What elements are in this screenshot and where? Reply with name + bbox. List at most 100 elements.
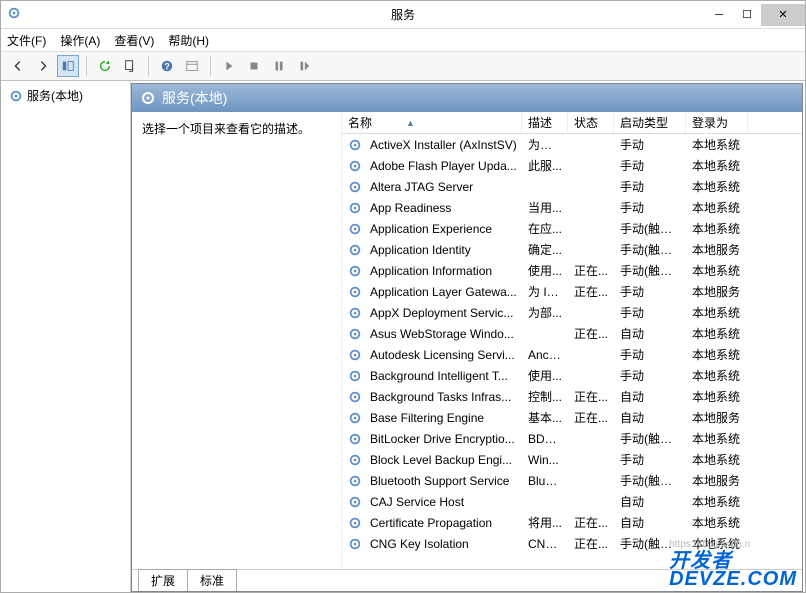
menu-view[interactable]: 查看(V) xyxy=(114,32,154,49)
service-status: 正在... xyxy=(568,514,614,531)
description-pane: 选择一个项目来查看它的描述。 xyxy=(132,112,342,569)
toolbar-separator xyxy=(210,56,211,76)
service-logon: 本地系统 xyxy=(686,367,748,384)
service-row[interactable]: Background Tasks Infras...控制...正在...自动本地… xyxy=(342,386,802,407)
svg-text:?: ? xyxy=(164,62,169,72)
service-desc: 使用... xyxy=(522,262,568,279)
service-name: Adobe Flash Player Upda... xyxy=(370,159,517,173)
minimize-button[interactable]: ─ xyxy=(705,4,733,26)
service-row[interactable]: Background Intelligent T...使用...手动本地系统 xyxy=(342,365,802,386)
properties-button[interactable] xyxy=(181,55,203,77)
service-logon: 本地服务 xyxy=(686,283,748,300)
service-row[interactable]: Autodesk Licensing Servi...Anch...手动本地系统 xyxy=(342,344,802,365)
service-logon: 本地系统 xyxy=(686,493,748,510)
service-logon: 本地系统 xyxy=(686,346,748,363)
stop-service-button[interactable] xyxy=(243,55,265,77)
service-logon: 本地服务 xyxy=(686,409,748,426)
service-row[interactable]: Asus WebStorage Windo...正在...自动本地系统 xyxy=(342,323,802,344)
restart-service-button[interactable] xyxy=(293,55,315,77)
service-name: Bluetooth Support Service xyxy=(370,474,509,488)
service-row[interactable]: Adobe Flash Player Upda...此服...手动本地系统 xyxy=(342,155,802,176)
column-status[interactable]: 状态 xyxy=(568,112,614,133)
maximize-button[interactable]: ☐ xyxy=(733,4,761,26)
service-row[interactable]: Application Experience在应...手动(触发...本地系统 xyxy=(342,218,802,239)
service-name: Base Filtering Engine xyxy=(370,411,484,425)
tree-root-label: 服务(本地) xyxy=(27,87,83,104)
service-start: 手动(触发... xyxy=(614,472,686,489)
close-button[interactable]: ✕ xyxy=(761,4,805,26)
service-desc: 使用... xyxy=(522,367,568,384)
service-row[interactable]: Base Filtering Engine基本...正在...自动本地服务 xyxy=(342,407,802,428)
refresh-button[interactable] xyxy=(94,55,116,77)
column-start[interactable]: 启动类型 xyxy=(614,112,686,133)
service-name: AppX Deployment Servic... xyxy=(370,306,513,320)
service-name: BitLocker Drive Encryptio... xyxy=(370,432,515,446)
service-row[interactable]: BitLocker Drive Encryptio... BDE... 手动(触发.… xyxy=(342,428,802,449)
service-logon: 本地系统 xyxy=(686,430,748,447)
service-row[interactable]: Application Layer Gatewa...为 In...正在...手… xyxy=(342,281,802,302)
service-icon xyxy=(348,285,362,299)
menu-help[interactable]: 帮助(H) xyxy=(168,32,209,49)
service-desc: 在应... xyxy=(522,220,568,237)
export-button[interactable] xyxy=(119,55,141,77)
service-logon: 本地系统 xyxy=(686,220,748,237)
service-name: CAJ Service Host xyxy=(370,495,464,509)
service-name: Certificate Propagation xyxy=(370,516,492,530)
service-row[interactable]: CAJ Service Host自动本地系统 xyxy=(342,491,802,512)
column-name[interactable]: 名称▲ xyxy=(342,112,522,133)
list-header: 名称▲ 描述 状态 启动类型 登录为 xyxy=(342,112,802,134)
service-desc: 为 In... xyxy=(522,283,568,300)
start-service-button[interactable] xyxy=(218,55,240,77)
tree-root-item[interactable]: 服务(本地) xyxy=(5,85,126,106)
service-icon xyxy=(348,411,362,425)
service-start: 手动 xyxy=(614,346,686,363)
column-logon[interactable]: 登录为 xyxy=(686,112,748,133)
service-desc: 当用... xyxy=(522,199,568,216)
service-desc: CNG... xyxy=(522,537,568,551)
service-start: 手动(触发... xyxy=(614,430,686,447)
service-row[interactable]: Application Information使用...正在...手动(触发..… xyxy=(342,260,802,281)
service-start: 自动 xyxy=(614,409,686,426)
service-logon: 本地系统 xyxy=(686,535,748,552)
service-icon xyxy=(348,390,362,404)
pause-service-button[interactable] xyxy=(268,55,290,77)
show-hide-tree-button[interactable] xyxy=(57,55,79,77)
service-row[interactable]: ActiveX Installer (AxInstSV)为从 ...手动本地系统 xyxy=(342,134,802,155)
service-row[interactable]: Bluetooth Support ServiceBlue...手动(触发...… xyxy=(342,470,802,491)
service-icon xyxy=(348,159,362,173)
back-button[interactable] xyxy=(7,55,29,77)
tab-standard[interactable]: 标准 xyxy=(187,569,237,591)
service-icon xyxy=(348,348,362,362)
service-row[interactable]: AppX Deployment Servic...为部...手动本地系统 xyxy=(342,302,802,323)
service-row[interactable]: Application Identity确定...手动(触发...本地服务 xyxy=(342,239,802,260)
toolbar-separator xyxy=(86,56,87,76)
service-name: Application Information xyxy=(370,264,492,278)
service-name: Application Layer Gatewa... xyxy=(370,285,517,299)
service-start: 手动 xyxy=(614,199,686,216)
service-row[interactable]: CNG Key IsolationCNG...正在...手动(触发...本地系统 xyxy=(342,533,802,554)
service-start: 手动(触发... xyxy=(614,535,686,552)
service-icon xyxy=(348,537,362,551)
service-row[interactable]: App Readiness当用...手动本地系统 xyxy=(342,197,802,218)
menu-file[interactable]: 文件(F) xyxy=(7,32,46,49)
service-icon xyxy=(348,222,362,236)
service-name: Application Experience xyxy=(370,222,492,236)
service-desc: BDE... xyxy=(522,432,568,446)
services-list[interactable]: 名称▲ 描述 状态 启动类型 登录为 ActiveX Installer (Ax… xyxy=(342,112,802,569)
right-pane: 服务(本地) 选择一个项目来查看它的描述。 名称▲ 描述 状态 启动类型 登录为… xyxy=(131,83,803,592)
column-desc[interactable]: 描述 xyxy=(522,112,568,133)
service-name: Application Identity xyxy=(370,243,471,257)
app-icon xyxy=(7,6,21,23)
service-name: Altera JTAG Server xyxy=(370,180,473,194)
service-row[interactable]: Certificate Propagation将用...正在...自动本地系统 xyxy=(342,512,802,533)
service-row[interactable]: Altera JTAG Server手动本地系统 xyxy=(342,176,802,197)
service-icon xyxy=(348,516,362,530)
service-row[interactable]: Block Level Backup Engi...Win...手动本地系统 xyxy=(342,449,802,470)
help-button[interactable]: ? xyxy=(156,55,178,77)
tab-extended[interactable]: 扩展 xyxy=(138,569,188,591)
forward-button[interactable] xyxy=(32,55,54,77)
service-start: 手动 xyxy=(614,304,686,321)
menu-action[interactable]: 操作(A) xyxy=(60,32,100,49)
service-desc: 为部... xyxy=(522,304,568,321)
service-start: 手动 xyxy=(614,157,686,174)
